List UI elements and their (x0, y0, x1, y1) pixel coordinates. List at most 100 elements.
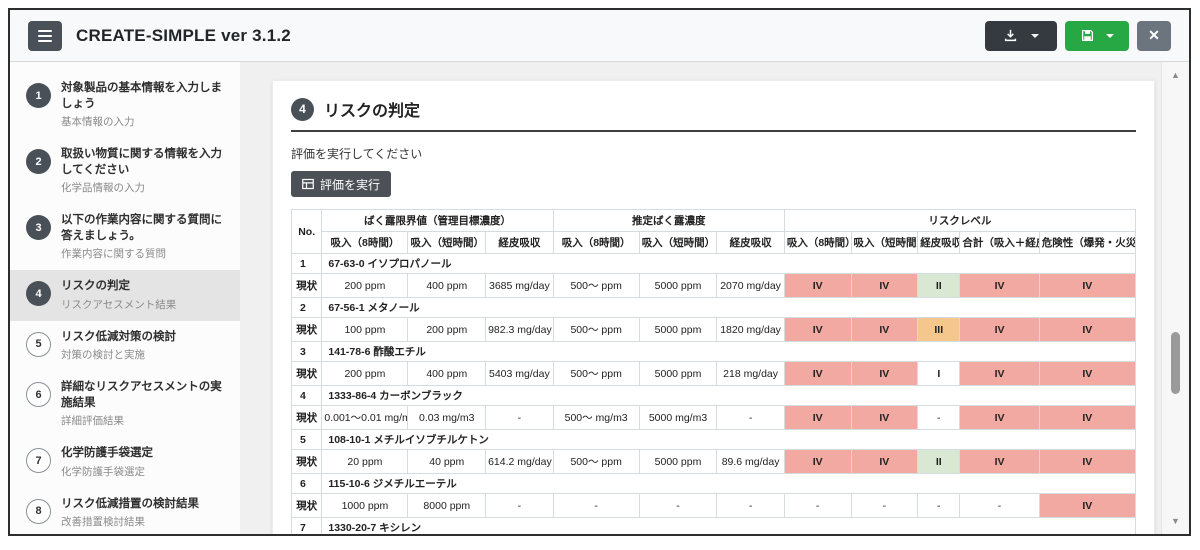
step-subtitle: 改善措置検討結果 (61, 516, 145, 529)
risk-level-cell: IV (850, 317, 919, 342)
step-number-badge: 7 (26, 448, 51, 474)
hamburger-icon (38, 29, 52, 32)
sidebar-step-5[interactable]: 5 リスク低減対策の検討 対策の検討と実施 (10, 321, 240, 372)
status-row-4: 現状 0.001～0.01 mg/m3 0.03 mg/m3-500～ mg/m3 5… (290, 405, 1137, 430)
value-cell: 400 ppm (407, 361, 487, 386)
risk-level-cell: IV (959, 405, 1040, 430)
risk-level-cell: - (959, 493, 1040, 518)
status-row-6: 現状 1000 ppm 8000 ppm - - - - - - - - IV (290, 493, 1137, 518)
scroll-up-icon[interactable]: ▲ (1162, 70, 1189, 80)
save-icon (1081, 29, 1093, 42)
app-window: CREATE-SIMPLE ver 3.1.2 ✕ 1 対象製品の基本情報を入力… (8, 8, 1191, 536)
substance-no: 6 (290, 473, 323, 494)
section-header: 4 リスクの判定 (291, 97, 1136, 132)
sub-header-cell: 吸入（短時間） (638, 231, 718, 254)
risk-level-cell: IV (783, 317, 852, 342)
col-group-risk-level: リスクレベル (783, 209, 1137, 232)
main-area: 4 リスクの判定 評価を実行してください 評価を実行 No. ばく露限界値（管理… (240, 62, 1189, 534)
step-number-badge: 3 (26, 215, 51, 241)
sidebar-step-7[interactable]: 7 化学防護手袋選定 化学防護手袋選定 (10, 437, 240, 488)
table-group-header-row: No. ばく露限界値（管理目標濃度） 推定ばく露濃度 リスクレベル (290, 209, 1137, 254)
save-button[interactable] (1065, 20, 1129, 51)
status-row-2: 現状 100 ppm 200 ppm 982.3 mg/day 500～ ppm 5000… (290, 317, 1137, 342)
value-cell: 5403 mg/day (485, 361, 554, 386)
section-title: リスクの判定 (324, 103, 421, 120)
value-cell: 20 ppm (321, 449, 409, 474)
substance-row-7: 7 1330-20-7 キシレン (290, 517, 1136, 534)
app-title: CREATE-SIMPLE ver 3.1.2 (76, 25, 291, 45)
risk-level-cell: II (917, 273, 961, 298)
value-cell: 500～ ppm (552, 361, 640, 386)
substance-name: 67-63-0 イソプロパノール (321, 253, 1136, 274)
risk-level-cell: III (917, 317, 961, 342)
status-label: 現状 (290, 449, 323, 474)
sidebar-step-2[interactable]: 2 取扱い物質に関する情報を入力してください 化学品情報の入力 (10, 138, 240, 204)
value-cell: - (716, 405, 785, 430)
step-number-badge: 1 (26, 83, 51, 108)
header-actions: ✕ (985, 20, 1171, 51)
substance-no: 1 (290, 253, 323, 274)
scroll-down-icon[interactable]: ▼ (1162, 516, 1189, 526)
substance-no: 3 (290, 341, 323, 362)
sidebar-step-8[interactable]: 8 リスク低減措置の検討結果 改善措置検討結果 (10, 488, 240, 534)
value-cell: 5000 ppm (638, 273, 718, 298)
risk-level-cell: IV (783, 273, 852, 298)
sidebar-step-6[interactable]: 6 詳細なリスクアセスメントの実施結果 詳細評価結果 (10, 371, 240, 437)
step-subtitle: 詳細評価結果 (61, 415, 124, 428)
substance-row-5: 5 108-10-1 メチルイソブチルケトン (290, 429, 1136, 450)
menu-button[interactable] (28, 20, 62, 51)
table-icon (302, 178, 314, 190)
body: 1 対象製品の基本情報を入力しましょう 基本情報の入力 2 取扱い物質に関する情報を入力… (10, 62, 1189, 534)
step-number-badge: 8 (26, 498, 51, 524)
chevron-down-icon (1105, 33, 1114, 38)
risk-level-cell: I (917, 361, 961, 386)
risk-level-cell: IV (1038, 361, 1137, 386)
value-cell: 5000 ppm (638, 361, 718, 386)
status-label: 現状 (290, 317, 323, 342)
value-cell: 400 ppm (407, 273, 487, 298)
value-cell: 3685 mg/day (485, 273, 554, 298)
value-cell: 0.001～0.01 mg/m3 (321, 405, 409, 430)
run-evaluation-button[interactable]: 評価を実行 (291, 171, 392, 197)
risk-level-cell: - (850, 493, 919, 518)
value-cell: 500～ ppm (552, 273, 640, 298)
sub-header-cell: 吸入（短時間） (407, 231, 487, 254)
risk-level-cell: - (783, 493, 852, 518)
step-number-badge: 2 (26, 149, 51, 175)
scrollbar-thumb[interactable] (1171, 332, 1180, 394)
vertical-scrollbar[interactable]: ▲ ▼ (1161, 62, 1189, 534)
risk-level-cell: IV (783, 405, 852, 430)
step-title: 化学防護手袋選定 (61, 447, 153, 460)
value-cell: 500～ ppm (552, 449, 640, 474)
sidebar-step-3[interactable]: 3 以下の作業内容に関する質問に答えましょう。 作業内容に関する質問 (10, 204, 240, 270)
value-cell: 500～ ppm (552, 317, 640, 342)
step-subtitle: 基本情報の入力 (61, 116, 135, 129)
value-cell: 614.2 mg/day (485, 449, 554, 474)
download-button[interactable] (985, 20, 1057, 51)
risk-level-cell: IV (850, 405, 919, 430)
app-header: CREATE-SIMPLE ver 3.1.2 ✕ (10, 10, 1189, 62)
sub-header-cell: 吸入（8時間） (552, 231, 640, 254)
value-cell: - (485, 493, 554, 518)
risk-level-cell: IV (1038, 449, 1137, 474)
risk-level-cell: IV (1038, 493, 1137, 518)
value-cell: - (485, 405, 554, 430)
status-row-1: 現状 200 ppm 400 ppm 3685 mg/day 500～ ppm 5000 … (290, 273, 1137, 298)
sidebar-step-4[interactable]: 4 リスクの判定 リスクアセスメント結果 (10, 270, 240, 321)
step-number-badge: 4 (26, 281, 51, 307)
substance-name: 1333-86-4 カーボンブラック (321, 385, 1136, 406)
sidebar-step-1[interactable]: 1 対象製品の基本情報を入力しましょう 基本情報の入力 (10, 72, 240, 138)
risk-level-cell: IV (850, 361, 919, 386)
value-cell: 0.03 mg/m3 (407, 405, 487, 430)
step-title: リスクの判定 (61, 280, 130, 293)
close-button[interactable]: ✕ (1137, 20, 1171, 51)
value-cell: 100 ppm (321, 317, 409, 342)
sub-header-cell: 吸入（短時間） (850, 231, 919, 254)
substance-name: 115-10-6 ジメチルエーテル (321, 473, 1136, 494)
download-icon (1004, 29, 1016, 42)
step-title: 取扱い物質に関する情報を入力してください (61, 148, 222, 176)
value-cell: 2070 mg/day (716, 273, 785, 298)
step-number-badge: 5 (26, 331, 51, 357)
substance-row-2: 2 67-56-1 メタノール (290, 297, 1136, 318)
chevron-down-icon (1030, 33, 1039, 38)
